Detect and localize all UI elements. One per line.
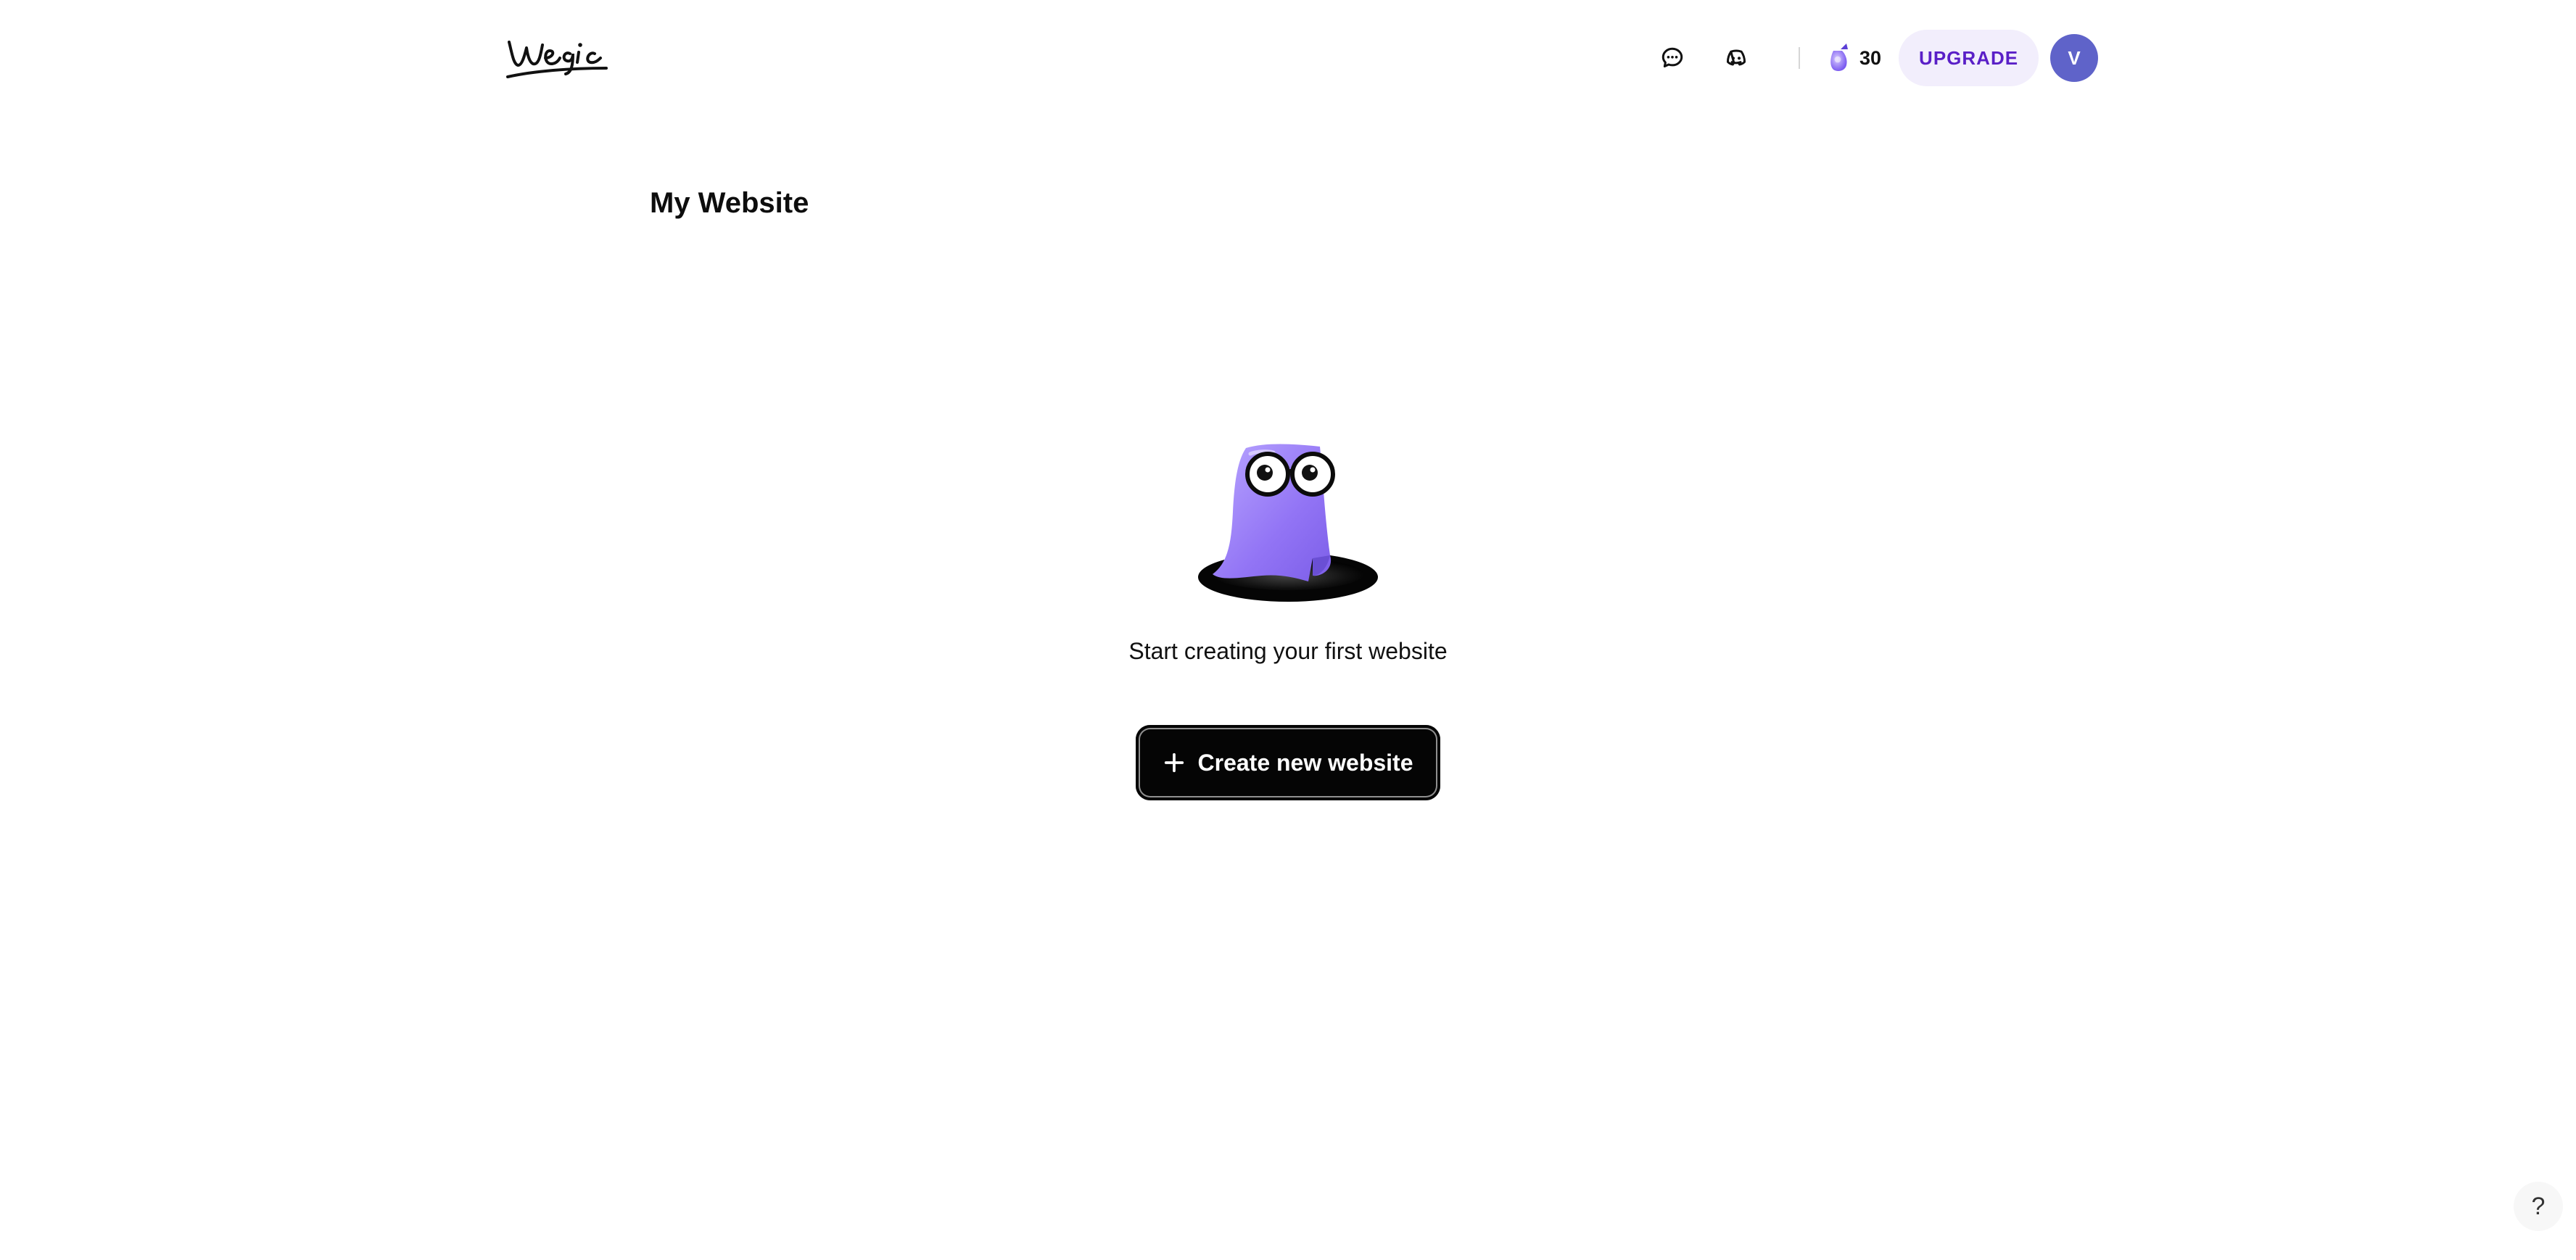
empty-state-message: Start creating your first website (1128, 638, 1448, 664)
create-new-website-button[interactable]: Create new website (1136, 725, 1440, 800)
user-avatar[interactable]: V (2050, 34, 2099, 82)
credits-display[interactable]: 30 (1825, 42, 1881, 74)
create-button-label: Create new website (1197, 749, 1413, 776)
page-title: My Website (650, 187, 809, 219)
upgrade-button[interactable]: UPGRADE (1899, 30, 2039, 86)
page: 30 UPGRADE V My Website Start creating y… (0, 0, 2576, 1260)
discord-logo-icon (1726, 49, 1746, 66)
header-divider (1799, 47, 1800, 69)
credit-token-icon (1830, 43, 1848, 71)
header-actions: 30 UPGRADE V (1646, 29, 2099, 87)
ghost-mascot-illustration (1198, 444, 1378, 602)
chat-icon[interactable] (1646, 32, 1698, 84)
wegic-logo[interactable] (505, 32, 609, 81)
help-button[interactable]: ? (2514, 1182, 2563, 1231)
discord-icon[interactable] (1710, 32, 1762, 84)
credits-count: 30 (1859, 46, 1882, 69)
plus-icon (1164, 753, 1184, 773)
chat-bubble-icon (1661, 47, 1683, 68)
